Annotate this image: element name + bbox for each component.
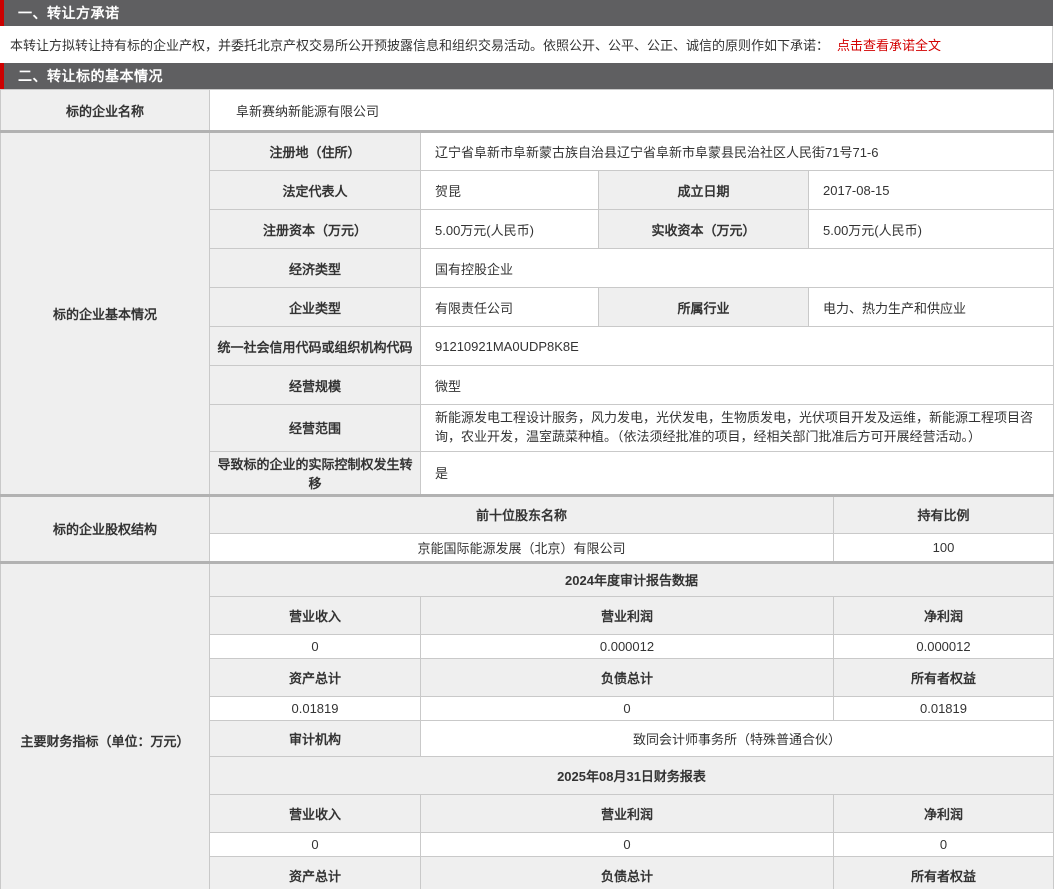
ratio-header: 持有比例 [834,495,1054,533]
owners-equity-header: 所有者权益 [834,856,1054,889]
auditor-label: 审计机构 [210,720,421,756]
target-info-table: 标的企业名称 阜新赛纳新能源有限公司 标的企业基本情况 注册地（住所） 辽宁省阜… [0,89,1054,889]
revenue-header: 营业收入 [210,794,421,832]
table-row: 标的企业股权结构 前十位股东名称 持有比例 [1,495,1054,533]
reg-address-label: 注册地（住所） [210,132,421,171]
revenue-header: 营业收入 [210,596,421,634]
legal-rep-label: 法定代表人 [210,171,421,210]
section-title: 二、转让标的基本情况 [18,66,163,86]
legal-rep-value: 贺昆 [421,171,599,210]
assets-header: 资产总计 [210,856,421,889]
reg-capital-value: 5.00万元(人民币) [421,210,599,249]
company-name-value: 阜新赛纳新能源有限公司 [210,90,1054,132]
r2-op-profit: 0 [421,832,834,856]
company-type-value: 有限责任公司 [421,288,599,327]
control-transfer-value: 是 [421,451,1054,495]
scope-value: 新能源发电工程设计服务，风力发电，光伏发电，生物质发电，光伏项目开发及运维，新能… [421,405,1054,452]
assets-header: 资产总计 [210,658,421,696]
section-header-transferor-commitment: 一、转让方承诺 [0,0,1053,26]
r1-liabilities: 0 [421,696,834,720]
r1-op-profit: 0.000012 [421,634,834,658]
r1-assets: 0.01819 [210,696,421,720]
scale-label: 经营规模 [210,366,421,405]
table-row: 标的企业名称 阜新赛纳新能源有限公司 [1,90,1054,132]
r2-net-profit: 0 [834,832,1054,856]
credit-code-label: 统一社会信用代码或组织机构代码 [210,327,421,366]
paid-capital-label: 实收资本（万元） [599,210,809,249]
control-transfer-label: 导致标的企业的实际控制权发生转移 [210,451,421,495]
holder-value: 京能国际能源发展（北京）有限公司 [210,533,834,562]
report2-title: 2025年08月31日财务报表 [210,756,1054,794]
net-profit-header: 净利润 [834,596,1054,634]
holder-header: 前十位股东名称 [210,495,834,533]
r1-revenue: 0 [210,634,421,658]
commitment-paragraph: 本转让方拟转让持有标的企业产权，并委托北京产权交易所公开预披露信息和组织交易活动… [0,26,1053,63]
financials-section-label: 主要财务指标（单位：万元） [1,562,210,889]
equity-section-label: 标的企业股权结构 [1,495,210,562]
liabilities-header: 负债总计 [421,856,834,889]
econ-type-value: 国有控股企业 [421,249,1054,288]
r2-revenue: 0 [210,832,421,856]
paid-capital-value: 5.00万元(人民币) [809,210,1054,249]
r1-owners-equity: 0.01819 [834,696,1054,720]
reg-address-value: 辽宁省阜新市阜新蒙古族自治县辽宁省阜新市阜蒙县民治社区人民街71号71-6 [421,132,1054,171]
liabilities-header: 负债总计 [421,658,834,696]
industry-label: 所属行业 [599,288,809,327]
op-profit-header: 营业利润 [421,794,834,832]
credit-code-value: 91210921MA0UDP8K8E [421,327,1054,366]
scope-label: 经营范围 [210,405,421,452]
net-profit-header: 净利润 [834,794,1054,832]
founded-label: 成立日期 [599,171,809,210]
owners-equity-header: 所有者权益 [834,658,1054,696]
table-row: 标的企业基本情况 注册地（住所） 辽宁省阜新市阜新蒙古族自治县辽宁省阜新市阜蒙县… [1,132,1054,171]
r1-net-profit: 0.000012 [834,634,1054,658]
basic-info-section-label: 标的企业基本情况 [1,132,210,496]
ratio-value: 100 [834,533,1054,562]
company-type-label: 企业类型 [210,288,421,327]
reg-capital-label: 注册资本（万元） [210,210,421,249]
op-profit-header: 营业利润 [421,596,834,634]
report1-title: 2024年度审计报告数据 [210,562,1054,596]
industry-value: 电力、热力生产和供应业 [809,288,1054,327]
section-title: 一、转让方承诺 [18,3,120,23]
scale-value: 微型 [421,366,1054,405]
founded-value: 2017-08-15 [809,171,1054,210]
table-row: 主要财务指标（单位：万元） 2024年度审计报告数据 [1,562,1054,596]
econ-type-label: 经济类型 [210,249,421,288]
auditor-value: 致同会计师事务所（特殊普通合伙） [421,720,1054,756]
view-full-commitment-link[interactable]: 点击查看承诺全文 [837,35,941,54]
company-name-label: 标的企业名称 [1,90,210,132]
listing-page: 一、转让方承诺 本转让方拟转让持有标的企业产权，并委托北京产权交易所公开预披露信… [0,0,1053,889]
commitment-text: 本转让方拟转让持有标的企业产权，并委托北京产权交易所公开预披露信息和组织交易活动… [10,35,829,54]
section-header-target-basic-info: 二、转让标的基本情况 [0,63,1053,89]
